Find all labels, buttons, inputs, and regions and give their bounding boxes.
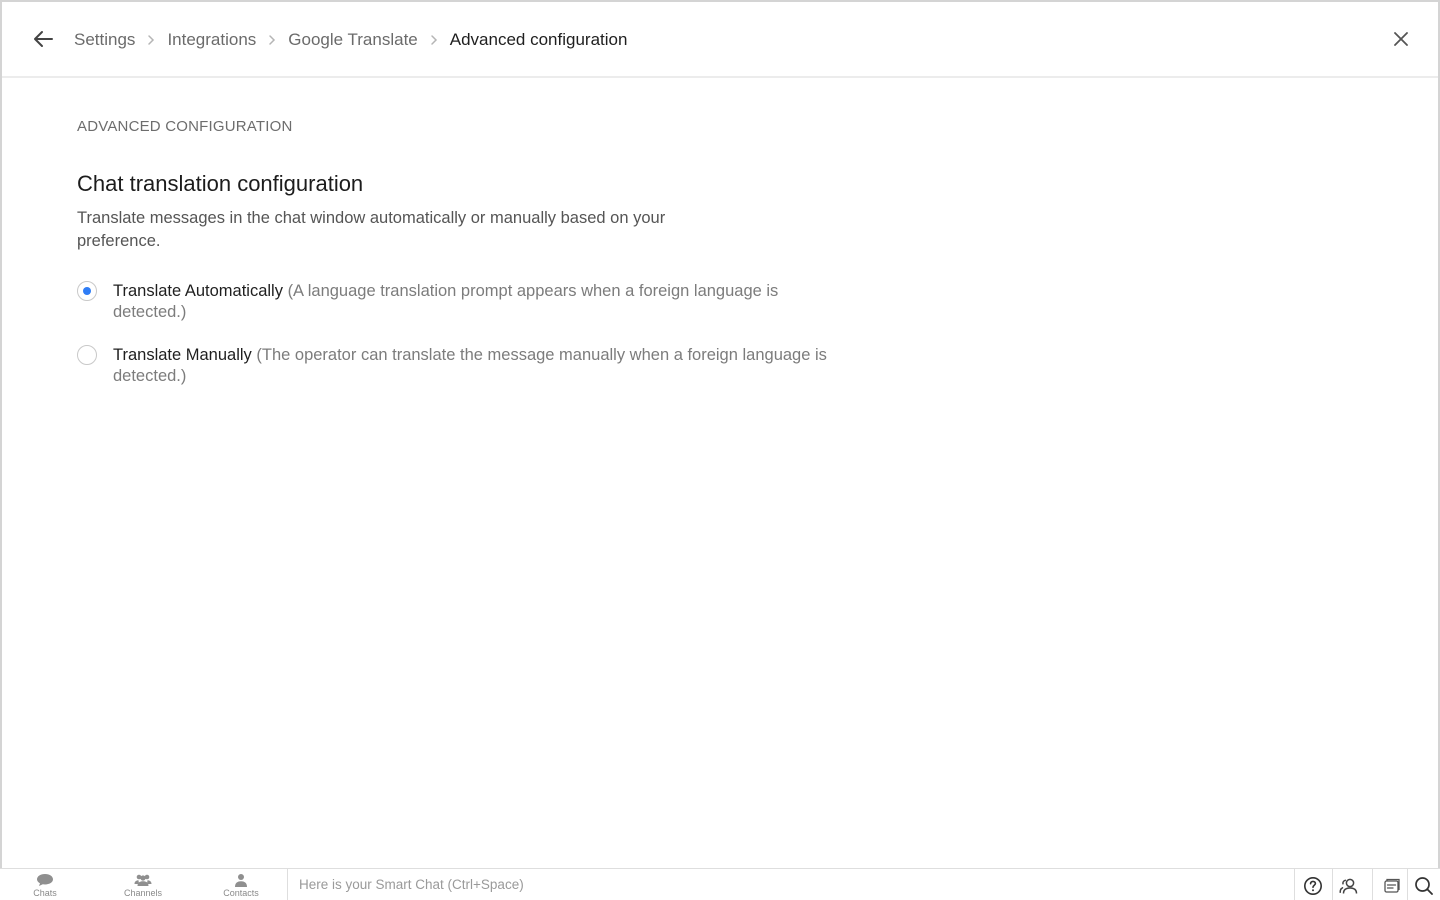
- nav-channels[interactable]: Channels: [113, 873, 173, 899]
- nav-contacts[interactable]: Contacts: [211, 873, 271, 899]
- main-content: ADVANCED CONFIGURATION Chat translation …: [77, 118, 877, 409]
- divider: [1372, 869, 1373, 900]
- breadcrumb: Settings Integrations Google Translate A…: [74, 28, 627, 52]
- notes-icon: [1384, 878, 1400, 893]
- help-button[interactable]: [1302, 875, 1324, 897]
- option-translate-manually[interactable]: Translate Manually (The operator can tra…: [77, 345, 847, 387]
- close-button[interactable]: [1388, 26, 1414, 52]
- back-button[interactable]: [30, 26, 56, 52]
- breadcrumb-integrations[interactable]: Integrations: [167, 30, 256, 50]
- chevron-right-icon: [268, 34, 276, 46]
- bottom-bar: Chats Channels Contacts Here is your Sma…: [0, 868, 1440, 900]
- breadcrumb-current: Advanced configuration: [449, 30, 628, 49]
- nav-chats[interactable]: Chats: [15, 873, 75, 899]
- users-icon: [1339, 878, 1358, 894]
- header: Settings Integrations Google Translate A…: [2, 2, 1438, 78]
- nav-label: Channels: [123, 888, 163, 898]
- nav-label: Contacts: [223, 888, 259, 898]
- section-title: Chat translation configuration: [77, 171, 364, 196]
- smart-chat-input[interactable]: Here is your Smart Chat (Ctrl+Space): [287, 869, 1295, 900]
- chevron-right-icon: [430, 34, 438, 46]
- breadcrumb-google-translate[interactable]: Google Translate: [288, 30, 417, 50]
- nav-label: Chats: [33, 888, 57, 898]
- divider: [1332, 869, 1333, 900]
- search-button[interactable]: [1413, 875, 1435, 897]
- option-label: Translate Manually: [113, 346, 252, 364]
- option-label: Translate Automatically: [113, 282, 283, 300]
- arrow-left-icon: [34, 31, 53, 47]
- radio-translate-manually[interactable]: [77, 345, 97, 365]
- section-label: ADVANCED CONFIGURATION: [77, 118, 293, 135]
- operators-button[interactable]: [1338, 875, 1360, 897]
- notes-button[interactable]: [1381, 875, 1403, 897]
- help-icon: [1304, 877, 1322, 895]
- person-icon: [235, 874, 247, 887]
- close-icon: [1394, 32, 1408, 46]
- chat-bubble-icon: [37, 874, 53, 886]
- section-description: Translate messages in the chat window au…: [77, 209, 666, 250]
- chevron-right-icon: [147, 34, 155, 46]
- breadcrumb-settings[interactable]: Settings: [74, 30, 135, 50]
- group-icon: [134, 874, 152, 886]
- radio-translate-automatically[interactable]: [77, 281, 97, 301]
- search-icon: [1415, 877, 1433, 895]
- translation-options: Translate Automatically (A language tran…: [77, 281, 877, 387]
- divider: [1407, 869, 1408, 900]
- option-translate-automatically[interactable]: Translate Automatically (A language tran…: [77, 281, 847, 323]
